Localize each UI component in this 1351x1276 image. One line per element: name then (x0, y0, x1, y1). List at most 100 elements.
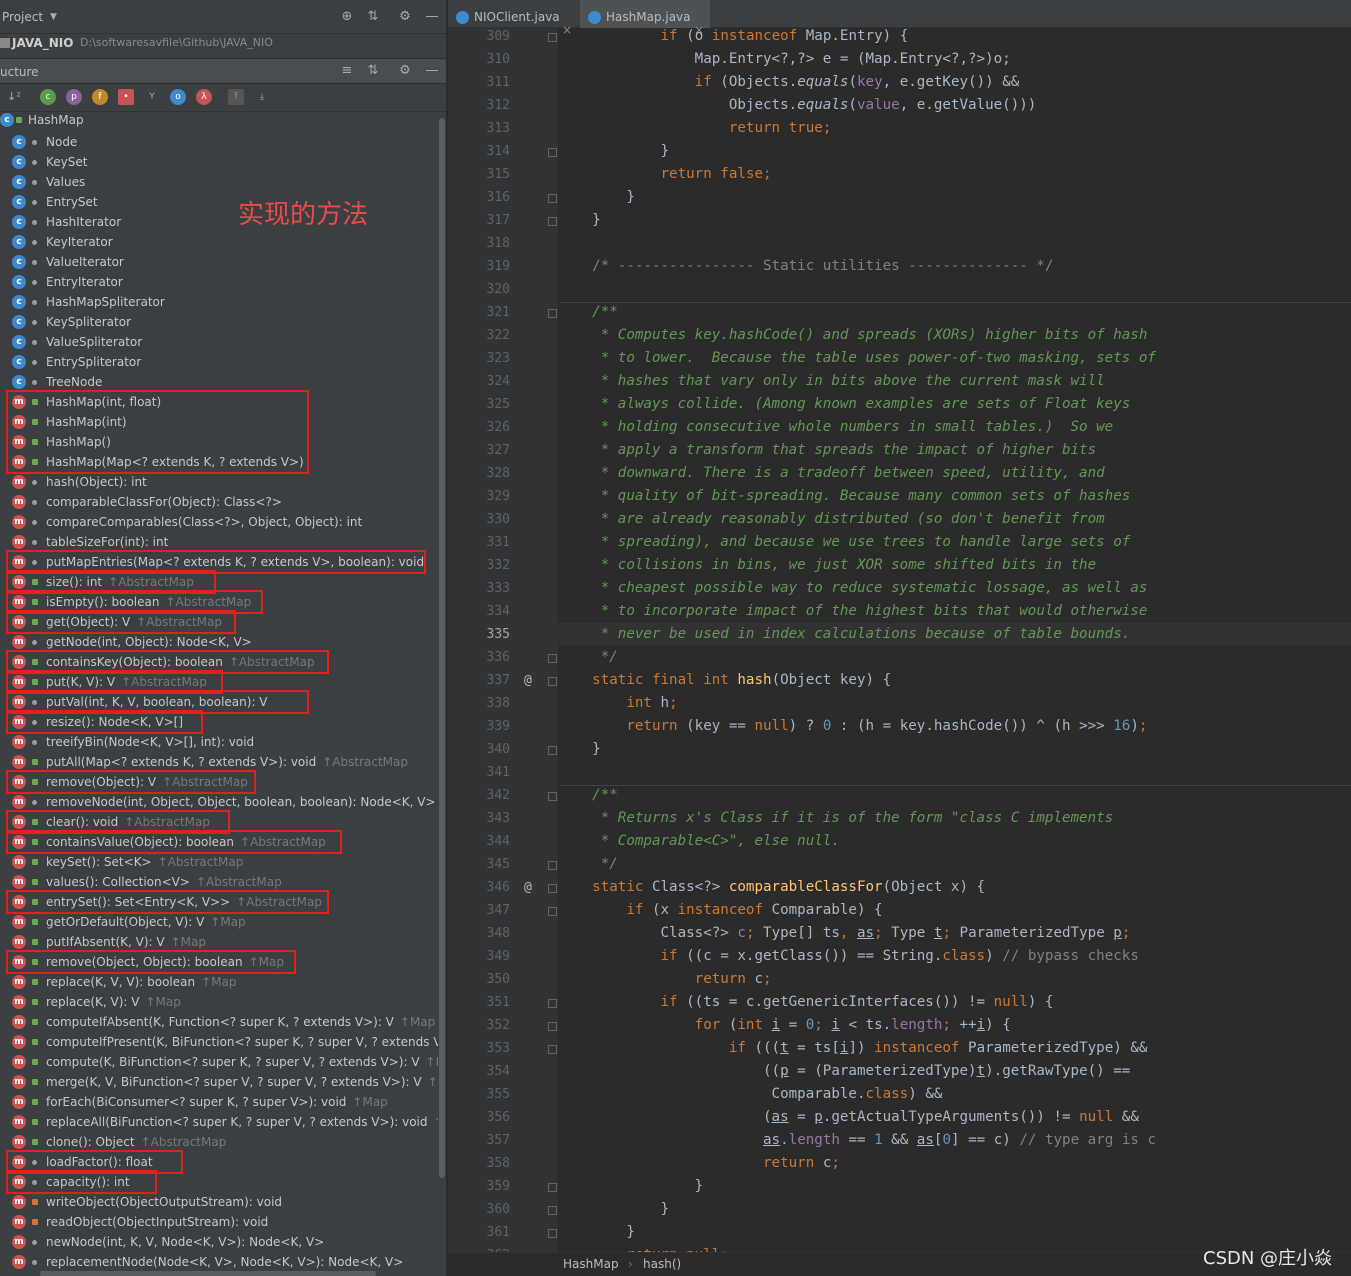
fold-marker-icon[interactable] (548, 1045, 557, 1054)
tree-method-item[interactable]: m merge(K, V, BiFunction<? super V, ? sup… (0, 1072, 438, 1092)
tree-class-item[interactable]: c KeySpliterator (0, 312, 438, 332)
fold-marker-icon[interactable] (548, 792, 557, 801)
tree-method-item[interactable]: m putIfAbsent(K, V): V ↑Map (0, 932, 438, 952)
code-area[interactable]: if (o instanceof Map.Entry) { Map.Entry<… (558, 28, 1351, 1252)
public-access-icon (32, 1119, 38, 1125)
tree-method-item[interactable]: m treeifyBin(Node<K, V>[], int): void (0, 732, 438, 752)
autoscroll-to-source-icon[interactable]: ⤒ (228, 89, 244, 105)
tree-method-item[interactable]: m forEach(BiConsumer<? super K, ? super V… (0, 1092, 438, 1112)
locate-icon[interactable]: ⊕ (339, 9, 355, 25)
gear-icon[interactable]: ⚙ (397, 63, 413, 79)
tree-item-label: hash(Object): int (46, 475, 147, 489)
fold-marker-icon[interactable] (548, 677, 557, 686)
code-line: * to lower. Because the table uses power… (558, 347, 1351, 370)
fold-marker-icon[interactable] (548, 148, 557, 157)
tree-method-item[interactable]: m replaceAll(BiFunction<? super K, ? supe… (0, 1112, 438, 1132)
show-inherited-icon[interactable]: c (40, 89, 56, 105)
project-root-row[interactable]: JAVA_NIO D:\softwaresavfile\Github\JAVA_… (0, 34, 446, 58)
tree-method-item[interactable]: m computeIfPresent(K, BiFunction<? super … (0, 1032, 438, 1052)
project-panel-title[interactable]: Project (2, 10, 43, 24)
code-token: int (737, 1017, 772, 1033)
tree-method-item[interactable]: m keySet(): Set<K> ↑AbstractMap (0, 852, 438, 872)
fold-marker-icon[interactable] (548, 309, 557, 318)
filter-icon[interactable]: Y (144, 89, 160, 105)
tree-class-item[interactable]: c Values (0, 172, 438, 192)
fold-marker-icon[interactable] (548, 1206, 557, 1215)
tree-class-item[interactable]: c ValueSpliterator (0, 332, 438, 352)
show-anonymous-icon[interactable]: o (170, 89, 186, 105)
scrollbar-thumb[interactable] (439, 118, 445, 1178)
tree-method-item[interactable]: m replace(K, V): V ↑Map (0, 992, 438, 1012)
tree-method-item[interactable]: m replacementNode(Node<K, V>, Node<K, V>)… (0, 1252, 438, 1272)
tree-method-item[interactable]: m clone(): Object ↑AbstractMap (0, 1132, 438, 1152)
tree-class-item[interactable]: c KeySet (0, 152, 438, 172)
tree-method-item[interactable]: m readObject(ObjectInputStream): void (0, 1212, 438, 1232)
fold-marker-icon[interactable] (548, 1229, 557, 1238)
structure-scrollbar[interactable] (438, 112, 446, 1276)
override-marker-icon[interactable]: @ (524, 673, 532, 688)
tree-class-item[interactable]: c HashIterator (0, 212, 438, 232)
show-lambdas-icon[interactable]: λ (196, 89, 212, 105)
breadcrumb-item[interactable]: hash() (643, 1257, 681, 1271)
tree-method-item[interactable]: m computeIfAbsent(K, Function<? super K, … (0, 1012, 438, 1032)
tree-method-item[interactable]: m putAll(Map<? extends K, ? extends V>): … (0, 752, 438, 772)
tree-method-item[interactable]: m removeNode(int, Object, Object, boolean… (0, 792, 438, 812)
tree-method-item[interactable]: m getNode(int, Object): Node<K, V> (0, 632, 438, 652)
tree-method-item[interactable]: m values(): Collection<V> ↑AbstractMap (0, 872, 438, 892)
expand-all-icon[interactable]: ≡ (339, 63, 355, 79)
fold-marker-icon[interactable] (548, 861, 557, 870)
tree-class-item[interactable]: c EntryIterator (0, 272, 438, 292)
collapse-all-icon[interactable]: ⇅ (365, 63, 381, 79)
tree-method-item[interactable]: m replace(K, V, V): boolean ↑Map (0, 972, 438, 992)
fold-marker-icon[interactable] (548, 1183, 557, 1192)
tree-method-item[interactable]: m getOrDefault(Object, V): V ↑Map (0, 912, 438, 932)
tree-method-item[interactable]: m newNode(int, K, V, Node<K, V>): Node<K,… (0, 1232, 438, 1252)
fold-marker-icon[interactable] (548, 217, 557, 226)
tree-class-item[interactable]: c KeyIterator (0, 232, 438, 252)
breadcrumb-item[interactable]: HashMap (563, 1257, 619, 1271)
sort-icon[interactable]: ↓² (6, 89, 22, 105)
gear-icon[interactable]: ⚙ (397, 9, 413, 25)
fold-marker-icon[interactable] (548, 194, 557, 203)
fold-marker-icon[interactable] (548, 884, 557, 893)
code-line: * hashes that vary only in bits above th… (558, 370, 1351, 393)
code-token: ++ (959, 1017, 977, 1033)
fold-marker-icon[interactable] (548, 999, 557, 1008)
fold-marker-icon[interactable] (548, 1022, 557, 1031)
tree-method-item[interactable]: m tableSizeFor(int): int (0, 532, 438, 552)
fold-marker-icon[interactable] (548, 746, 557, 755)
tree-class-item[interactable]: c EntrySet (0, 192, 438, 212)
autoscroll-from-source-icon[interactable]: ⤓ (254, 89, 270, 105)
tree-method-item[interactable]: m hash(Object): int (0, 472, 438, 492)
tree-class-item[interactable]: c ValueIterator (0, 252, 438, 272)
package-access-icon (32, 800, 37, 805)
tree-method-item[interactable]: m compareComparables(Class<?>, Object, Ob… (0, 512, 438, 532)
tab-nioclient[interactable]: NIOClient.java × (448, 0, 580, 37)
code-token: * Computes key.hashCode() and spreads (X… (592, 327, 1148, 343)
structure-horizontal-scrollbar[interactable] (40, 1271, 376, 1276)
minimize-icon[interactable]: — (424, 9, 440, 25)
tree-class-item[interactable]: c HashMap (0, 112, 438, 130)
tree-method-item[interactable]: m compute(K, BiFunction<? super K, ? supe… (0, 1052, 438, 1072)
fold-marker-icon[interactable] (548, 907, 557, 916)
tree-class-item[interactable]: c TreeNode (0, 372, 438, 392)
code-token: 0 (805, 1017, 815, 1033)
tree-method-item[interactable]: m writeObject(ObjectOutputStream): void (0, 1192, 438, 1212)
private-access-icon (32, 1199, 38, 1205)
tree-class-item[interactable]: c Node (0, 132, 438, 152)
show-fields-icon[interactable]: f (92, 89, 108, 105)
tree-class-item[interactable]: c HashMapSpliterator (0, 292, 438, 312)
fold-marker-icon[interactable] (548, 654, 557, 663)
tree-method-item[interactable]: m comparableClassFor(Object): Class<?> (0, 492, 438, 512)
override-marker-icon[interactable]: @ (524, 880, 532, 895)
fold-marker-icon[interactable] (548, 33, 557, 42)
show-properties-icon[interactable]: p (66, 89, 82, 105)
chevron-down-icon[interactable]: ▼ (50, 12, 57, 22)
tab-hashmap[interactable]: HashMap.java × (580, 0, 710, 37)
show-non-public-icon[interactable]: • (118, 89, 134, 105)
tree-class-item[interactable]: c EntrySpliterator (0, 352, 438, 372)
collapse-icon[interactable]: ⇅ (365, 9, 381, 25)
minimize-icon[interactable]: — (424, 63, 440, 79)
